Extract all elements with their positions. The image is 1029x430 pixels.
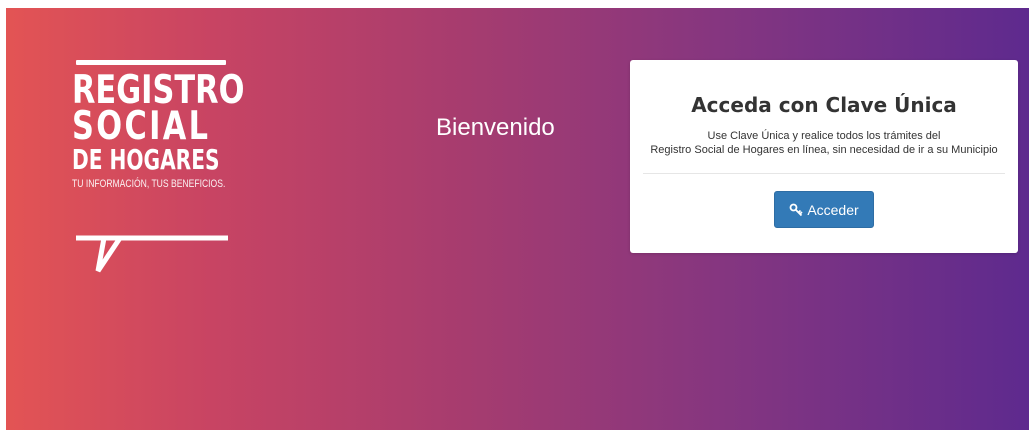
logo-top-bar	[76, 60, 226, 65]
logo-line-de-hogares: DE HOGARES	[72, 143, 220, 176]
logo-line-social: SOCIAL	[72, 104, 211, 149]
card-description-line-1: Use Clave Única y realice todos los trám…	[707, 130, 941, 142]
acceder-button-label: Acceder	[807, 201, 859, 218]
speech-bubble-icon	[76, 235, 228, 273]
login-card: Acceda con Clave Única Use Clave Única y…	[630, 60, 1018, 253]
key-icon	[789, 203, 803, 217]
card-description: Use Clave Única y realice todos los trám…	[630, 129, 1018, 157]
registro-social-logo: REGISTRO SOCIAL DE HOGARES TU INFORMACIÓ…	[72, 60, 244, 273]
welcome-text: Bienvenido	[436, 114, 555, 141]
card-description-line-2: Registro Social de Hogares en línea, sin…	[650, 144, 998, 156]
card-title: Acceda con Clave Única	[691, 93, 957, 117]
logo-tagline: TU INFORMACIÓN, TUS BENEFICIOS.	[72, 178, 226, 190]
acceder-button[interactable]: Acceder	[774, 191, 874, 228]
hero-banner: REGISTRO SOCIAL DE HOGARES TU INFORMACIÓ…	[6, 8, 1029, 430]
card-divider	[643, 173, 1005, 174]
